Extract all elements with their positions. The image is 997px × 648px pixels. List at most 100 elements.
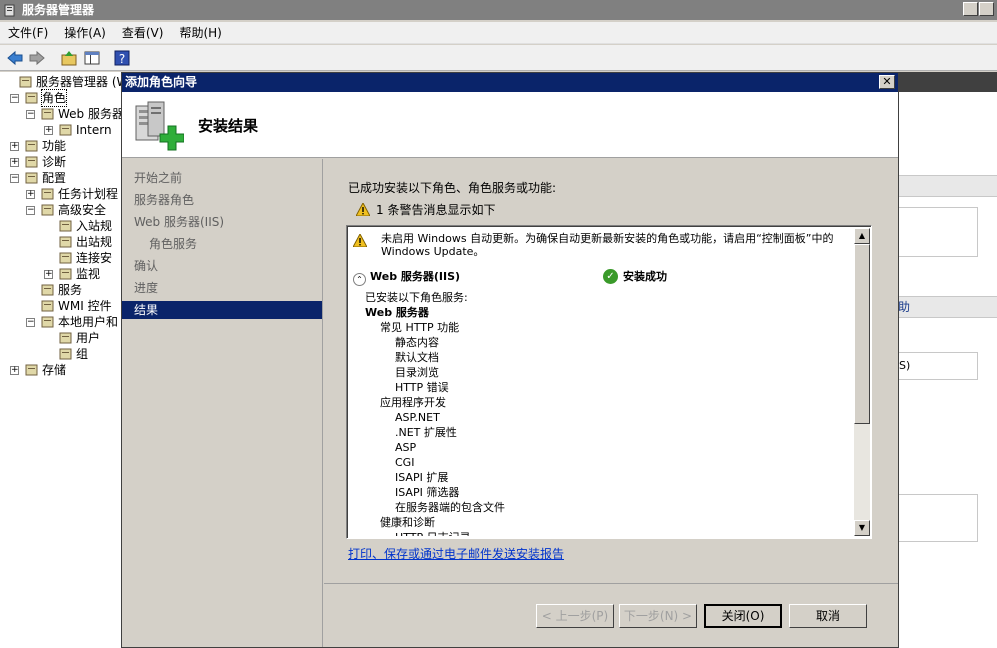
tree-item[interactable]: 服务器管理器 (WI [0, 74, 122, 90]
close-button[interactable]: 关闭(O) [704, 604, 782, 628]
tree-item[interactable]: 连接安 [0, 250, 122, 266]
actions-pane: 助 S) [898, 72, 997, 648]
installed-service-item: ISAPI 筛选器 [395, 486, 460, 499]
collapse-icon[interactable]: − [26, 206, 35, 215]
tree-item[interactable]: + 监视 [0, 266, 122, 282]
vertical-scrollbar[interactable]: ▲ ▼ [854, 228, 870, 536]
tree-node-icon [59, 236, 72, 248]
tree-node-icon [59, 332, 72, 344]
next-button[interactable]: 下一步(N) > [619, 604, 697, 628]
tree-item[interactable]: + 任务计划程 [0, 186, 122, 202]
installed-service-item: ISAPI 扩展 [395, 471, 449, 484]
installed-service-item: 应用程序开发 [380, 396, 446, 409]
tree-item-label: 入站规 [76, 219, 113, 233]
collapse-icon[interactable]: ⌃ [353, 273, 366, 286]
collapse-icon[interactable]: − [26, 110, 35, 119]
tree-item[interactable]: − 本地用户和 [0, 314, 122, 330]
collapse-icon[interactable]: − [26, 318, 35, 327]
maximize-button[interactable] [979, 2, 994, 16]
expand-icon[interactable]: + [10, 142, 19, 151]
dialog-close-button[interactable]: ✕ [879, 75, 895, 89]
dialog-footer: < 上一步(P) 下一步(N) > 关闭(O) 取消 [324, 583, 898, 647]
tree-item[interactable]: − 角色 [0, 89, 122, 107]
menu-action[interactable]: 操作(A) [56, 22, 114, 44]
tree-item-label: 配置 [42, 171, 67, 185]
tree-item-label: 监视 [76, 267, 101, 281]
help-icon[interactable]: ? [113, 49, 131, 67]
tree-item-label: 角色 [40, 89, 68, 107]
tree-node-icon [59, 348, 72, 360]
tree-node-icon [59, 252, 72, 264]
tree-item[interactable]: 组 [0, 346, 122, 362]
results-intro: 已成功安装以下角色、角色服务或功能: [348, 181, 557, 195]
dialog-title: 添加角色向导 [125, 75, 198, 89]
minimize-button[interactable] [963, 2, 978, 16]
wizard-step: 确认 [134, 259, 159, 273]
installed-service-item: HTTP 日志记录 [395, 530, 471, 536]
warning-summary: 1 条警告消息显示如下 [356, 201, 495, 218]
scroll-thumb[interactable] [854, 244, 870, 424]
tree-node-icon [41, 108, 54, 120]
results-listbox[interactable]: 未启用 Windows 自动更新。为确保自动更新最新安装的角色或功能，请启用“控… [346, 225, 872, 539]
up-folder-icon[interactable] [60, 49, 78, 67]
tree-item[interactable]: 入站规 [0, 218, 122, 234]
report-link[interactable]: 打印、保存或通过电子邮件发送安装报告 [348, 545, 564, 562]
tree-item[interactable]: WMI 控件 [0, 298, 122, 314]
section-header-2: 助 [898, 296, 997, 318]
tree-item-label: 连接安 [76, 251, 113, 265]
menu-file[interactable]: 文件(F) [0, 22, 56, 44]
tree-item[interactable]: 用户 [0, 330, 122, 346]
tree-item[interactable]: + Intern [0, 122, 122, 138]
tree-node-icon [25, 140, 38, 152]
installed-service-item: CGI [395, 456, 415, 469]
tree-item[interactable]: + 功能 [0, 138, 122, 154]
expand-icon[interactable]: + [44, 126, 53, 135]
forward-arrow-icon[interactable] [28, 49, 46, 67]
tree-item[interactable]: + 存储 [0, 362, 122, 378]
info-box-2: S) [898, 352, 978, 380]
warning-icon [353, 234, 367, 247]
expand-icon[interactable]: + [44, 270, 53, 279]
expand-icon[interactable]: + [26, 190, 35, 199]
tree-item[interactable]: − 高级安全 [0, 202, 122, 218]
tree-item[interactable]: − 配置 [0, 170, 122, 186]
cancel-button[interactable]: 取消 [789, 604, 867, 628]
warning-text: 未启用 Windows 自动更新。为确保自动更新最新安装的角色或功能，请启用“控… [381, 232, 834, 258]
toolbar: ? [0, 45, 997, 71]
expand-icon[interactable]: + [10, 158, 19, 167]
window-title: 服务器管理器 [22, 3, 95, 17]
collapse-icon[interactable]: − [10, 94, 19, 103]
installed-service-item: 常见 HTTP 功能 [380, 321, 460, 334]
tree-item-label: 任务计划程 [58, 187, 119, 201]
tree-item[interactable]: − Web 服务器 [0, 106, 122, 122]
scroll-up-button[interactable]: ▲ [854, 228, 870, 244]
menu-help[interactable]: 帮助(H) [171, 22, 229, 44]
menu-view[interactable]: 查看(V) [114, 22, 172, 44]
scroll-down-button[interactable]: ▼ [854, 520, 870, 536]
section-header [898, 175, 997, 197]
expand-icon[interactable]: + [10, 366, 19, 375]
server-manager-icon [4, 4, 15, 17]
warning-icon [356, 203, 370, 216]
wizard-step: 角色服务 [149, 237, 198, 251]
installed-service-item: 已安装以下角色服务: [365, 291, 468, 304]
tree-item-label: 用户 [76, 331, 101, 345]
tree-item[interactable]: 出站规 [0, 234, 122, 250]
back-arrow-icon[interactable] [6, 49, 24, 67]
tree-node-icon [41, 284, 54, 296]
installed-service-item: HTTP 错误 [395, 381, 449, 394]
show-hide-tree-icon[interactable] [83, 49, 101, 67]
tree-node-icon [41, 300, 54, 312]
collapse-icon[interactable]: − [10, 174, 19, 183]
tree-item-label: 组 [76, 347, 89, 361]
wizard-steps: 开始之前 服务器角色 Web 服务器(IIS) 角色服务 确认 进度 结果 [122, 159, 323, 647]
window-titlebar: 服务器管理器 [0, 0, 997, 20]
installed-service-item: ASP [395, 441, 417, 454]
installed-service-item: 默认文档 [395, 351, 439, 364]
previous-button[interactable]: < 上一步(P) [536, 604, 614, 628]
tree-item[interactable]: + 诊断 [0, 154, 122, 170]
tree-item[interactable]: 服务 [0, 282, 122, 298]
navigation-tree: 服务器管理器 (WI − 角色 − Web 服务器 + Intern + 功能 + 诊断 − 配置 + 任务… [0, 72, 123, 648]
tree-node-icon [19, 76, 32, 88]
installed-service-item: 静态内容 [395, 336, 439, 349]
